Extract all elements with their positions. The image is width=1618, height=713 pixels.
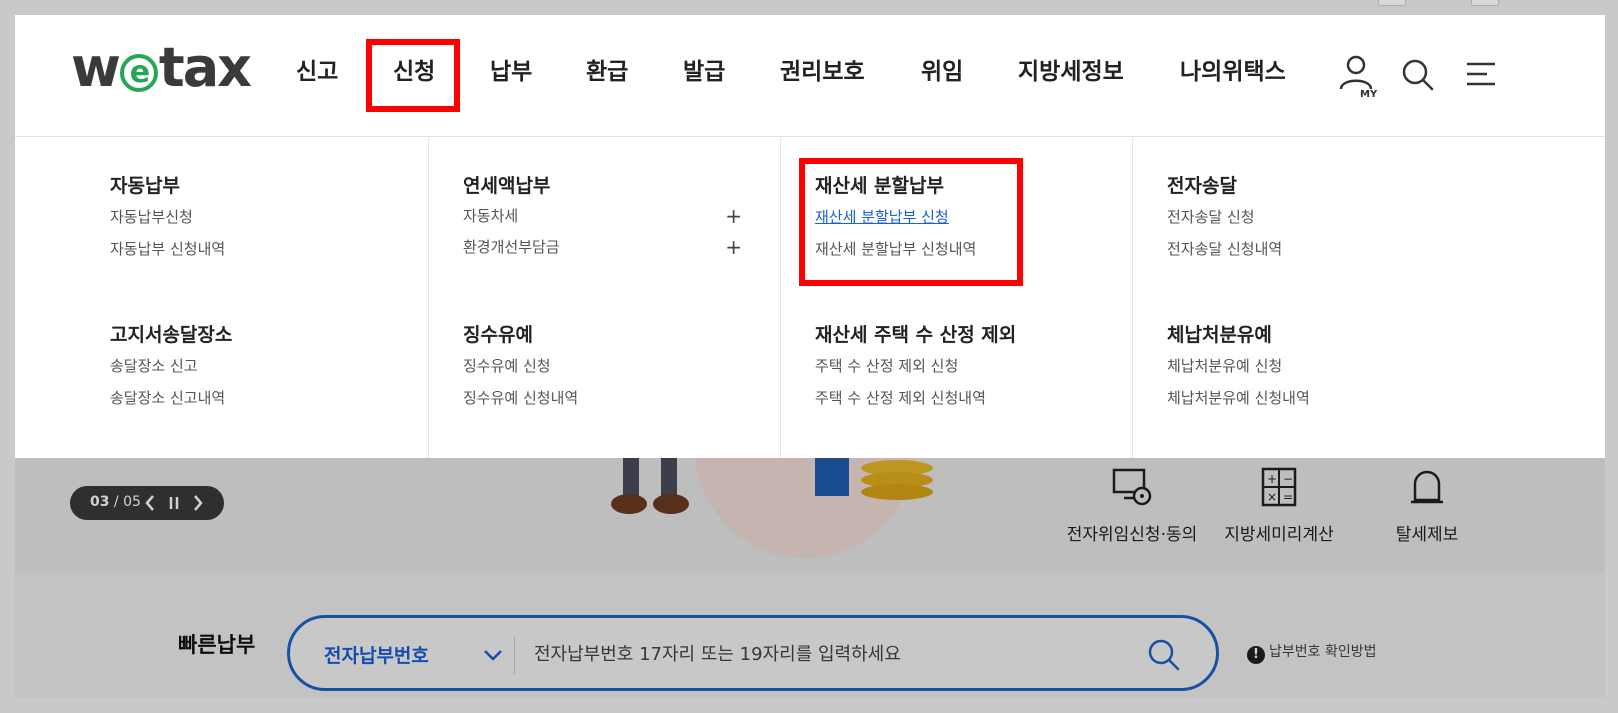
- nav-my-wetax[interactable]: 나의위택스: [1180, 47, 1286, 97]
- background-content: 03 / 05 전자위임신청·동의 + − × = 지방세미리계산 탈세제보 빠…: [15, 458, 1605, 698]
- pause-icon[interactable]: [164, 492, 184, 514]
- menu-link[interactable]: 자동납부 신청내역: [110, 233, 394, 265]
- menu-link[interactable]: 주택 수 산정 제외 신청: [815, 350, 1098, 382]
- svg-text:+: +: [1267, 472, 1277, 486]
- frame-gutter-bottom: [0, 698, 1618, 713]
- menu-group-delinquency-deferral: 체납처분유예 체납처분유예 신청 체납처분유예 신청내역: [1167, 320, 1450, 414]
- frame-handle: [1471, 0, 1499, 6]
- expand-plus-icon[interactable]: +: [725, 201, 742, 232]
- menu-group-title: 연세액납부: [463, 175, 551, 197]
- quick-link-tax-report[interactable]: 탈세제보: [1352, 466, 1502, 545]
- mega-col-1: 자동납부 자동납부신청 자동납부 신청내역 고지서송달장소 송달장소 신고 송달…: [76, 138, 428, 458]
- menu-link[interactable]: 송달장소 신고내역: [110, 382, 394, 414]
- menu-link[interactable]: 체납처분유예 신청내역: [1167, 382, 1450, 414]
- svg-text:MY: MY: [1360, 89, 1378, 99]
- mega-col-4: 전자송달 전자송달 신청 전자송달 신청내역 체납처분유예 체납처분유예 신청 …: [1132, 138, 1484, 458]
- expand-plus-icon[interactable]: +: [725, 232, 742, 263]
- next-slide-icon[interactable]: [188, 492, 208, 514]
- prev-slide-icon[interactable]: [140, 492, 160, 514]
- menu-link[interactable]: 징수유예 신청내역: [463, 382, 746, 414]
- menu-group-title: 고지서송달장소: [110, 324, 233, 346]
- frame-gutter-left: [0, 15, 15, 713]
- slider-control: 03 / 05: [70, 486, 224, 520]
- site-header: w e tax 신고 신청 납부 환급 발급 권리보호 위임 지방세정보 나의위택스…: [15, 15, 1605, 137]
- slide-counter: 03 / 05: [90, 494, 141, 510]
- quick-link-e-delegation[interactable]: 전자위임신청·동의: [1057, 466, 1207, 545]
- hero-banner: 03 / 05 전자위임신청·동의 + − × = 지방세미리계산 탈세제보: [15, 458, 1605, 573]
- nav-napbu[interactable]: 납부: [490, 47, 532, 97]
- quick-link-label: 탈세제보: [1395, 525, 1459, 545]
- menu-link-car-tax[interactable]: 자동차세 +: [463, 201, 746, 232]
- menu-link[interactable]: 전자송달 신청: [1167, 201, 1450, 233]
- frame-handle: [1378, 0, 1406, 6]
- divider: [514, 636, 515, 674]
- menu-link[interactable]: 자동납부신청: [110, 201, 394, 233]
- quick-link-label: 전자위임신청·동의: [1066, 525, 1198, 545]
- highlight-box-menu-group: [799, 158, 1023, 286]
- slide-separator: /: [109, 494, 124, 510]
- payment-number-input[interactable]: [534, 632, 1114, 676]
- quick-link-label: 지방세미리계산: [1224, 525, 1334, 545]
- monitor-lock-icon: [1112, 468, 1152, 506]
- highlight-box-nav: [366, 39, 460, 112]
- help-link-label: 납부번호 확인방법: [1269, 644, 1377, 660]
- quick-pay-section: 빠른납부 전자납부번호 !납부번호 확인방법: [15, 573, 1605, 698]
- nav-balgeup[interactable]: 발급: [683, 47, 725, 97]
- alert-icon: !: [1247, 646, 1265, 664]
- hero-illustration: [611, 458, 933, 558]
- mega-col-2: 연세액납부 자동차세 + 환경개선부담금 + 징수유예 징수유예 신청 징수유예 신…: [428, 138, 780, 458]
- menu-link-label: 환경개선부담금: [463, 238, 560, 256]
- quick-pay-search-box: 전자납부번호: [287, 615, 1219, 691]
- nav-rights-protection[interactable]: 권리보호: [780, 47, 865, 97]
- nav-delegation[interactable]: 위임: [921, 47, 963, 97]
- menu-link[interactable]: 전자송달 신청내역: [1167, 233, 1450, 265]
- browser-frame: [0, 0, 1618, 15]
- payment-type-select[interactable]: 전자납부번호: [324, 641, 429, 668]
- search-icon[interactable]: [1398, 55, 1438, 95]
- menu-group-title: 자동납부: [110, 175, 180, 197]
- page: w e tax 신고 신청 납부 환급 발급 권리보호 위임 지방세정보 나의위택스…: [15, 15, 1605, 698]
- calculator-icon: + − × =: [1261, 467, 1297, 507]
- menu-link[interactable]: 송달장소 신고: [110, 350, 394, 382]
- nav-hwangeup[interactable]: 환급: [586, 47, 628, 97]
- menu-group-title: 체납처분유예: [1167, 324, 1272, 346]
- svg-text:×: ×: [1267, 490, 1277, 504]
- svg-text:=: =: [1283, 490, 1293, 504]
- menu-group-collection-deferral: 징수유예 징수유예 신청 징수유예 신청내역: [463, 320, 746, 414]
- nav-singo[interactable]: 신고: [296, 47, 338, 97]
- menu-group-title: 재산세 주택 수 산정 제외: [815, 324, 1017, 346]
- quick-link-tax-calc[interactable]: + − × = 지방세미리계산: [1204, 466, 1354, 545]
- svg-text:−: −: [1283, 472, 1293, 486]
- menu-group-auto-pay: 자동납부 자동납부신청 자동납부 신청내역: [110, 171, 394, 265]
- menu-link[interactable]: 체납처분유예 신청: [1167, 350, 1450, 382]
- siren-icon: [1411, 470, 1443, 504]
- nav-local-tax-info[interactable]: 지방세정보: [1018, 47, 1124, 97]
- menu-group-e-delivery: 전자송달 전자송달 신청 전자송달 신청내역: [1167, 171, 1450, 265]
- menu-link-env-charge[interactable]: 환경개선부담금 +: [463, 232, 746, 263]
- my-page-icon[interactable]: MY: [1338, 51, 1382, 100]
- menu-group-notice-delivery: 고지서송달장소 송달장소 신고 송달장소 신고내역: [110, 320, 394, 414]
- menu-link-label: 자동차세: [463, 207, 519, 225]
- menu-link[interactable]: 징수유예 신청: [463, 350, 746, 382]
- slide-current: 03: [90, 494, 110, 510]
- chevron-down-icon[interactable]: [480, 642, 506, 668]
- menu-group-annual-payment: 연세액납부 자동차세 + 환경개선부담금 +: [463, 171, 746, 263]
- menu-group-title: 징수유예: [463, 324, 533, 346]
- frame-gutter-right: [1605, 15, 1618, 713]
- wetax-logo[interactable]: w e tax: [71, 41, 252, 95]
- menu-group-house-count-exclusion: 재산세 주택 수 산정 제외 주택 수 산정 제외 신청 주택 수 산정 제외 …: [815, 320, 1098, 414]
- mega-menu: 자동납부 자동납부신청 자동납부 신청내역 고지서송달장소 송달장소 신고 송달…: [15, 138, 1605, 458]
- payment-number-help-link[interactable]: ! 납부번호 확인방법: [1247, 641, 1377, 664]
- menu-group-title: 전자송달: [1167, 175, 1237, 197]
- hamburger-menu-icon[interactable]: [1461, 55, 1501, 95]
- search-submit-icon[interactable]: [1146, 637, 1182, 673]
- logo-e-mark: e: [119, 54, 158, 92]
- quick-pay-label: 빠른납부: [178, 633, 256, 657]
- slide-total: 05: [123, 494, 141, 510]
- menu-link[interactable]: 주택 수 산정 제외 신청내역: [815, 382, 1098, 414]
